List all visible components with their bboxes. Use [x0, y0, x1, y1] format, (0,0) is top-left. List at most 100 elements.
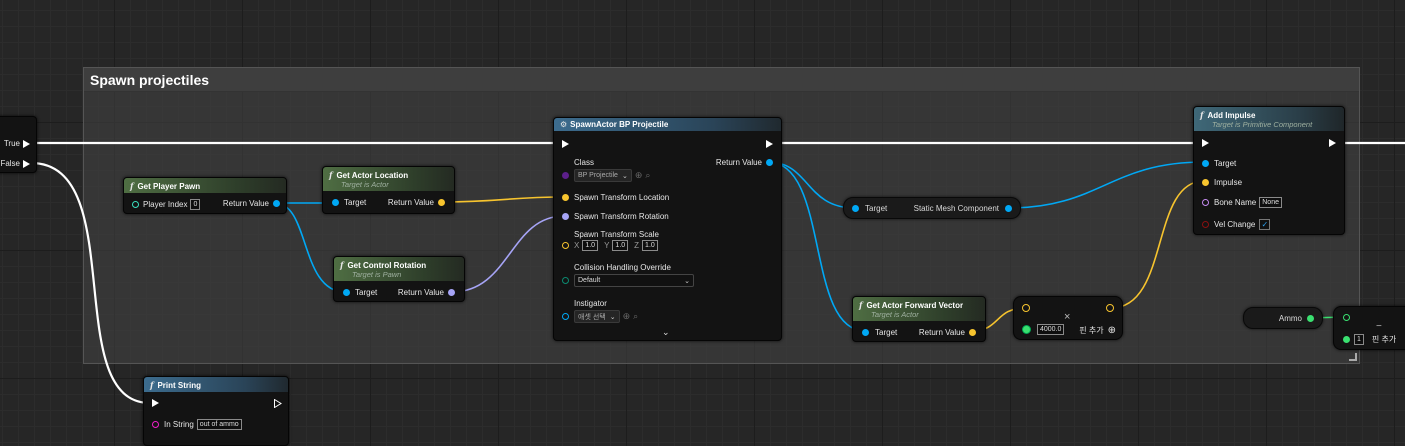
- subtract-node[interactable]: − 1 핀 추가: [1333, 306, 1405, 350]
- player-index-pin[interactable]: Player Index 0: [132, 199, 201, 210]
- object-pin-icon[interactable]: [273, 200, 280, 207]
- name-pin-icon[interactable]: [1202, 199, 1209, 206]
- multiply-add-pin[interactable]: 핀 추가 ⊕: [1079, 325, 1116, 336]
- in-string-pin[interactable]: In String out of ammo: [152, 419, 242, 430]
- rotation-target-pin[interactable]: Target: [343, 288, 377, 297]
- float-pin-icon[interactable]: [1022, 325, 1031, 334]
- float-pin-icon[interactable]: [1343, 336, 1350, 343]
- object-pin-icon[interactable]: [332, 199, 339, 206]
- expand-chevron-icon[interactable]: ⌄: [662, 327, 670, 338]
- instigator-pin[interactable]: Instigator 애셋 선택 ⌄ ⊕ ⌕: [562, 299, 638, 323]
- spawn-exec-in[interactable]: [562, 140, 569, 148]
- string-pin-icon[interactable]: [152, 421, 159, 428]
- rotator-pin-icon[interactable]: [562, 213, 569, 220]
- search-icon[interactable]: ⌕: [633, 311, 638, 322]
- exec-pin-icon[interactable]: [274, 399, 282, 408]
- in-string-field[interactable]: out of ammo: [196, 419, 242, 430]
- get-player-pawn-node[interactable]: f Get Player Pawn Player Index 0 Return V…: [123, 177, 287, 214]
- print-exec-out[interactable]: [274, 399, 282, 408]
- exec-pin-icon[interactable]: [562, 140, 569, 148]
- object-pin-icon[interactable]: [862, 329, 869, 336]
- impulse-exec-in[interactable]: [1202, 139, 1209, 147]
- multiply-input-b[interactable]: 4000.0: [1022, 324, 1065, 335]
- spawn-actor-node[interactable]: ⚙ SpawnActor BP Projectile Class BP Proje…: [553, 117, 782, 341]
- impulse-vel-change-pin[interactable]: Vel Change ✓: [1202, 219, 1271, 230]
- spawn-rotation-pin[interactable]: Spawn Transform Rotation: [562, 212, 669, 221]
- class-pin[interactable]: Class BP Projectile ⌄ ⊕ ⌕: [562, 158, 650, 182]
- ammo-variable-node[interactable]: Ammo: [1243, 307, 1323, 329]
- forward-return-pin[interactable]: Return Value: [919, 328, 976, 337]
- class-value-row[interactable]: BP Projectile ⌄ ⊕ ⌕: [562, 169, 650, 182]
- location-return-pin[interactable]: Return Value: [388, 198, 445, 207]
- spawn-location-pin[interactable]: Spawn Transform Location: [562, 193, 669, 202]
- multiply-node[interactable]: 4000.0 × 핀 추가 ⊕: [1013, 296, 1123, 340]
- spawn-return-pin[interactable]: Return Value: [716, 158, 773, 167]
- subtract-input-a[interactable]: [1343, 314, 1350, 321]
- float-pin-icon[interactable]: [1307, 315, 1314, 322]
- location-target-pin[interactable]: Target: [332, 198, 366, 207]
- scale-y-field[interactable]: 1.0: [612, 240, 629, 251]
- vector-pin-icon[interactable]: [969, 329, 976, 336]
- object-pin-icon[interactable]: [1202, 160, 1209, 167]
- vector-pin-icon[interactable]: [438, 199, 445, 206]
- subtract-input-b[interactable]: 1 핀 추가: [1343, 334, 1396, 345]
- vector-pin-icon[interactable]: [1202, 179, 1209, 186]
- spawn-exec-out[interactable]: [766, 140, 773, 148]
- object-pin-icon[interactable]: [766, 159, 773, 166]
- get-actor-location-node[interactable]: f Get Actor Location Target is Actor Targ…: [322, 166, 455, 214]
- subtract-value-field[interactable]: 1: [1354, 334, 1364, 345]
- object-pin-icon[interactable]: [343, 289, 350, 296]
- object-pin-icon[interactable]: [562, 313, 569, 320]
- vector-pin-icon[interactable]: [1106, 304, 1114, 312]
- bool-pin-icon[interactable]: [1202, 221, 1209, 228]
- mesh-target-pin[interactable]: Target: [852, 204, 887, 213]
- spawn-scale-pin[interactable]: Spawn Transform Scale X 1.0 Y 1.0 Z 1.0: [562, 230, 659, 251]
- collision-dropdown[interactable]: Default ⌄: [574, 274, 694, 287]
- int-pin-icon[interactable]: [132, 201, 139, 208]
- impulse-bone-pin[interactable]: Bone Name None: [1202, 197, 1282, 208]
- mesh-output-pin[interactable]: Static Mesh Component: [914, 204, 1012, 213]
- multiply-input-a[interactable]: [1022, 304, 1030, 312]
- instigator-dropdown[interactable]: 애셋 선택 ⌄: [574, 310, 620, 323]
- add-pin-icon[interactable]: ⊕: [1108, 325, 1116, 336]
- bone-name-field[interactable]: None: [1259, 197, 1282, 208]
- vector-pin-icon[interactable]: [1022, 304, 1030, 312]
- forward-target-pin[interactable]: Target: [862, 328, 897, 337]
- multiply-value-field[interactable]: 4000.0: [1037, 324, 1065, 335]
- collision-pin[interactable]: Collision Handling Override Default ⌄: [562, 263, 694, 287]
- class-dropdown[interactable]: BP Projectile ⌄: [574, 169, 632, 182]
- object-pin-icon[interactable]: [1005, 205, 1012, 212]
- exec-pin-icon[interactable]: [766, 140, 773, 148]
- class-pin-icon[interactable]: [562, 172, 569, 179]
- player-index-field[interactable]: 0: [190, 199, 201, 210]
- get-actor-forward-vector-node[interactable]: f Get Actor Forward Vector Target is Acto…: [852, 296, 986, 342]
- get-control-rotation-node[interactable]: f Get Control Rotation Target is Pawn Tar…: [333, 256, 465, 302]
- object-pin-icon[interactable]: [852, 205, 859, 212]
- static-mesh-component-node[interactable]: Target Static Mesh Component: [843, 197, 1021, 219]
- vel-change-checkbox[interactable]: ✓: [1259, 219, 1271, 230]
- search-icon[interactable]: ⌕: [645, 170, 650, 181]
- float-pin-icon[interactable]: [1343, 314, 1350, 321]
- print-string-node[interactable]: f Print String In String out of ammo: [143, 376, 289, 446]
- exec-pin-icon[interactable]: [1329, 139, 1336, 147]
- browse-icon[interactable]: ⊕: [635, 170, 643, 181]
- impulse-exec-out[interactable]: [1329, 139, 1336, 147]
- ammo-output-pin[interactable]: Ammo: [1279, 314, 1314, 323]
- vector-pin-icon[interactable]: [562, 194, 569, 201]
- add-impulse-node[interactable]: f Add Impulse Target is Primitive Compone…: [1193, 106, 1345, 235]
- vector-pin-icon[interactable]: [562, 242, 569, 249]
- print-exec-in[interactable]: [152, 399, 159, 407]
- browse-icon[interactable]: ⊕: [623, 311, 631, 322]
- exec-pin-icon[interactable]: [23, 159, 30, 168]
- multiply-output[interactable]: [1106, 304, 1114, 312]
- exec-pin-icon[interactable]: [1202, 139, 1209, 147]
- impulse-impulse-pin[interactable]: Impulse: [1202, 178, 1242, 187]
- impulse-target-pin[interactable]: Target: [1202, 159, 1236, 168]
- branch-false-pin[interactable]: False: [0, 159, 30, 168]
- scale-x-field[interactable]: 1.0: [582, 240, 599, 251]
- rotator-pin-icon[interactable]: [448, 289, 455, 296]
- branch-true-pin[interactable]: True: [4, 139, 30, 148]
- exec-pin-icon[interactable]: [152, 399, 159, 407]
- scale-z-field[interactable]: 1.0: [642, 240, 658, 251]
- branch-node[interactable]: True False: [0, 116, 37, 173]
